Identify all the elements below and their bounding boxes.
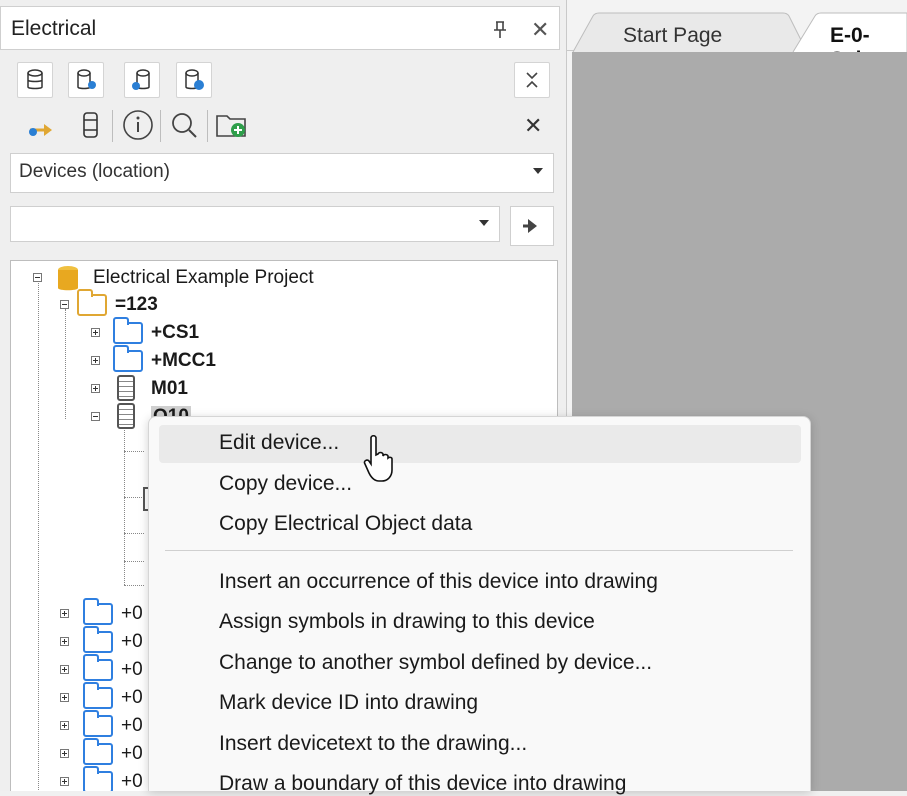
folder-open-icon: [77, 289, 107, 316]
folder-icon: [83, 710, 113, 737]
add-folder-icon[interactable]: [213, 108, 253, 142]
apply-filter-button[interactable]: [510, 206, 554, 246]
folder-icon: [113, 317, 143, 344]
tab-e-0-sch[interactable]: E-0-Sch: [830, 14, 907, 71]
close-icon[interactable]: ✕: [531, 17, 549, 43]
menu-item-draw-boundary[interactable]: Draw a boundary of this device into draw…: [219, 772, 626, 796]
device-icon: [117, 403, 135, 429]
expand-toggle[interactable]: [91, 328, 100, 337]
folder-icon: [83, 654, 113, 681]
toolbar-divider: [160, 110, 161, 142]
database-refresh-icon[interactable]: [176, 62, 212, 98]
hand-pointer-icon: [362, 434, 394, 486]
menu-item-change-symbol[interactable]: Change to another symbol defined by devi…: [219, 651, 652, 675]
menu-item-insert-devicetext[interactable]: Insert devicetext to the drawing...: [219, 732, 527, 756]
pin-icon[interactable]: [493, 21, 507, 44]
tree-node-label[interactable]: M01: [151, 378, 188, 400]
folder-icon: [113, 345, 143, 372]
tree-node-label[interactable]: +0: [121, 631, 143, 653]
folder-icon: [83, 738, 113, 765]
view-selector[interactable]: Devices (location): [10, 153, 554, 193]
tab-start-page[interactable]: Start Page: [623, 14, 722, 50]
folder-icon: [83, 766, 113, 791]
expand-toggle[interactable]: [60, 665, 69, 674]
search-icon[interactable]: [166, 108, 202, 142]
expand-toggle[interactable]: [60, 721, 69, 730]
document-tabs: Start Page E-0-Sch: [567, 0, 907, 71]
filter-input[interactable]: [10, 206, 500, 242]
tree-root-label[interactable]: Electrical Example Project: [93, 267, 314, 289]
device-link-icon[interactable]: [24, 108, 60, 142]
folder-icon: [83, 626, 113, 653]
expand-toggle[interactable]: [60, 609, 69, 618]
menu-item-insert-occurrence[interactable]: Insert an occurrence of this device into…: [219, 570, 658, 594]
chevron-down-icon: [533, 168, 543, 174]
panel-titlebar: Electrical ✕: [0, 6, 560, 50]
tree-node-label[interactable]: +0: [121, 715, 143, 737]
expand-toggle[interactable]: [91, 356, 100, 365]
tree-node-label[interactable]: +0: [121, 687, 143, 709]
arrow-right-icon: [523, 219, 537, 233]
tree-node-label[interactable]: +0: [121, 771, 143, 791]
database-link-icon[interactable]: [124, 62, 160, 98]
menu-separator: [165, 550, 793, 551]
info-icon[interactable]: [120, 108, 156, 142]
device-icon[interactable]: [78, 108, 104, 142]
collapse-toggle[interactable]: [91, 412, 100, 421]
expand-toggle[interactable]: [60, 749, 69, 758]
collapse-toggle[interactable]: [60, 300, 69, 309]
expand-toggle[interactable]: [60, 777, 69, 786]
menu-item-mark-device-id[interactable]: Mark device ID into drawing: [219, 691, 478, 715]
expand-toggle[interactable]: [60, 693, 69, 702]
menu-item-edit-device[interactable]: Edit device...: [219, 431, 339, 455]
panel-title: Electrical: [11, 17, 97, 40]
tree-node-label[interactable]: +0: [121, 603, 143, 625]
tree-node-label[interactable]: +CS1: [151, 322, 199, 344]
expand-toggle[interactable]: [60, 637, 69, 646]
database-icon[interactable]: [17, 62, 53, 98]
tree-node-label[interactable]: =123: [115, 294, 158, 316]
view-selector-value: Devices (location): [19, 161, 170, 182]
expand-toggle[interactable]: [91, 384, 100, 393]
toolbar-divider: [207, 110, 208, 142]
device-icon: [117, 375, 135, 401]
folder-icon: [83, 598, 113, 625]
toolbar-divider: [112, 110, 113, 142]
collapse-toggle[interactable]: [33, 273, 42, 282]
menu-item-assign-symbols[interactable]: Assign symbols in drawing to this device: [219, 610, 595, 634]
chevron-down-icon: [479, 220, 489, 226]
tree-node-label[interactable]: +MCC1: [151, 350, 216, 372]
tree-node-label[interactable]: +0: [121, 743, 143, 765]
folder-icon: [83, 682, 113, 709]
close-toolbar-icon[interactable]: ✕: [524, 113, 542, 139]
menu-item-copy-device[interactable]: Copy device...: [219, 472, 352, 496]
tree-node-label[interactable]: +0: [121, 659, 143, 681]
context-menu: Edit device... Copy device... Copy Elect…: [148, 416, 811, 795]
collapse-icon[interactable]: [514, 62, 550, 98]
database-settings-icon[interactable]: [68, 62, 104, 98]
menu-item-copy-object-data[interactable]: Copy Electrical Object data: [219, 512, 472, 536]
